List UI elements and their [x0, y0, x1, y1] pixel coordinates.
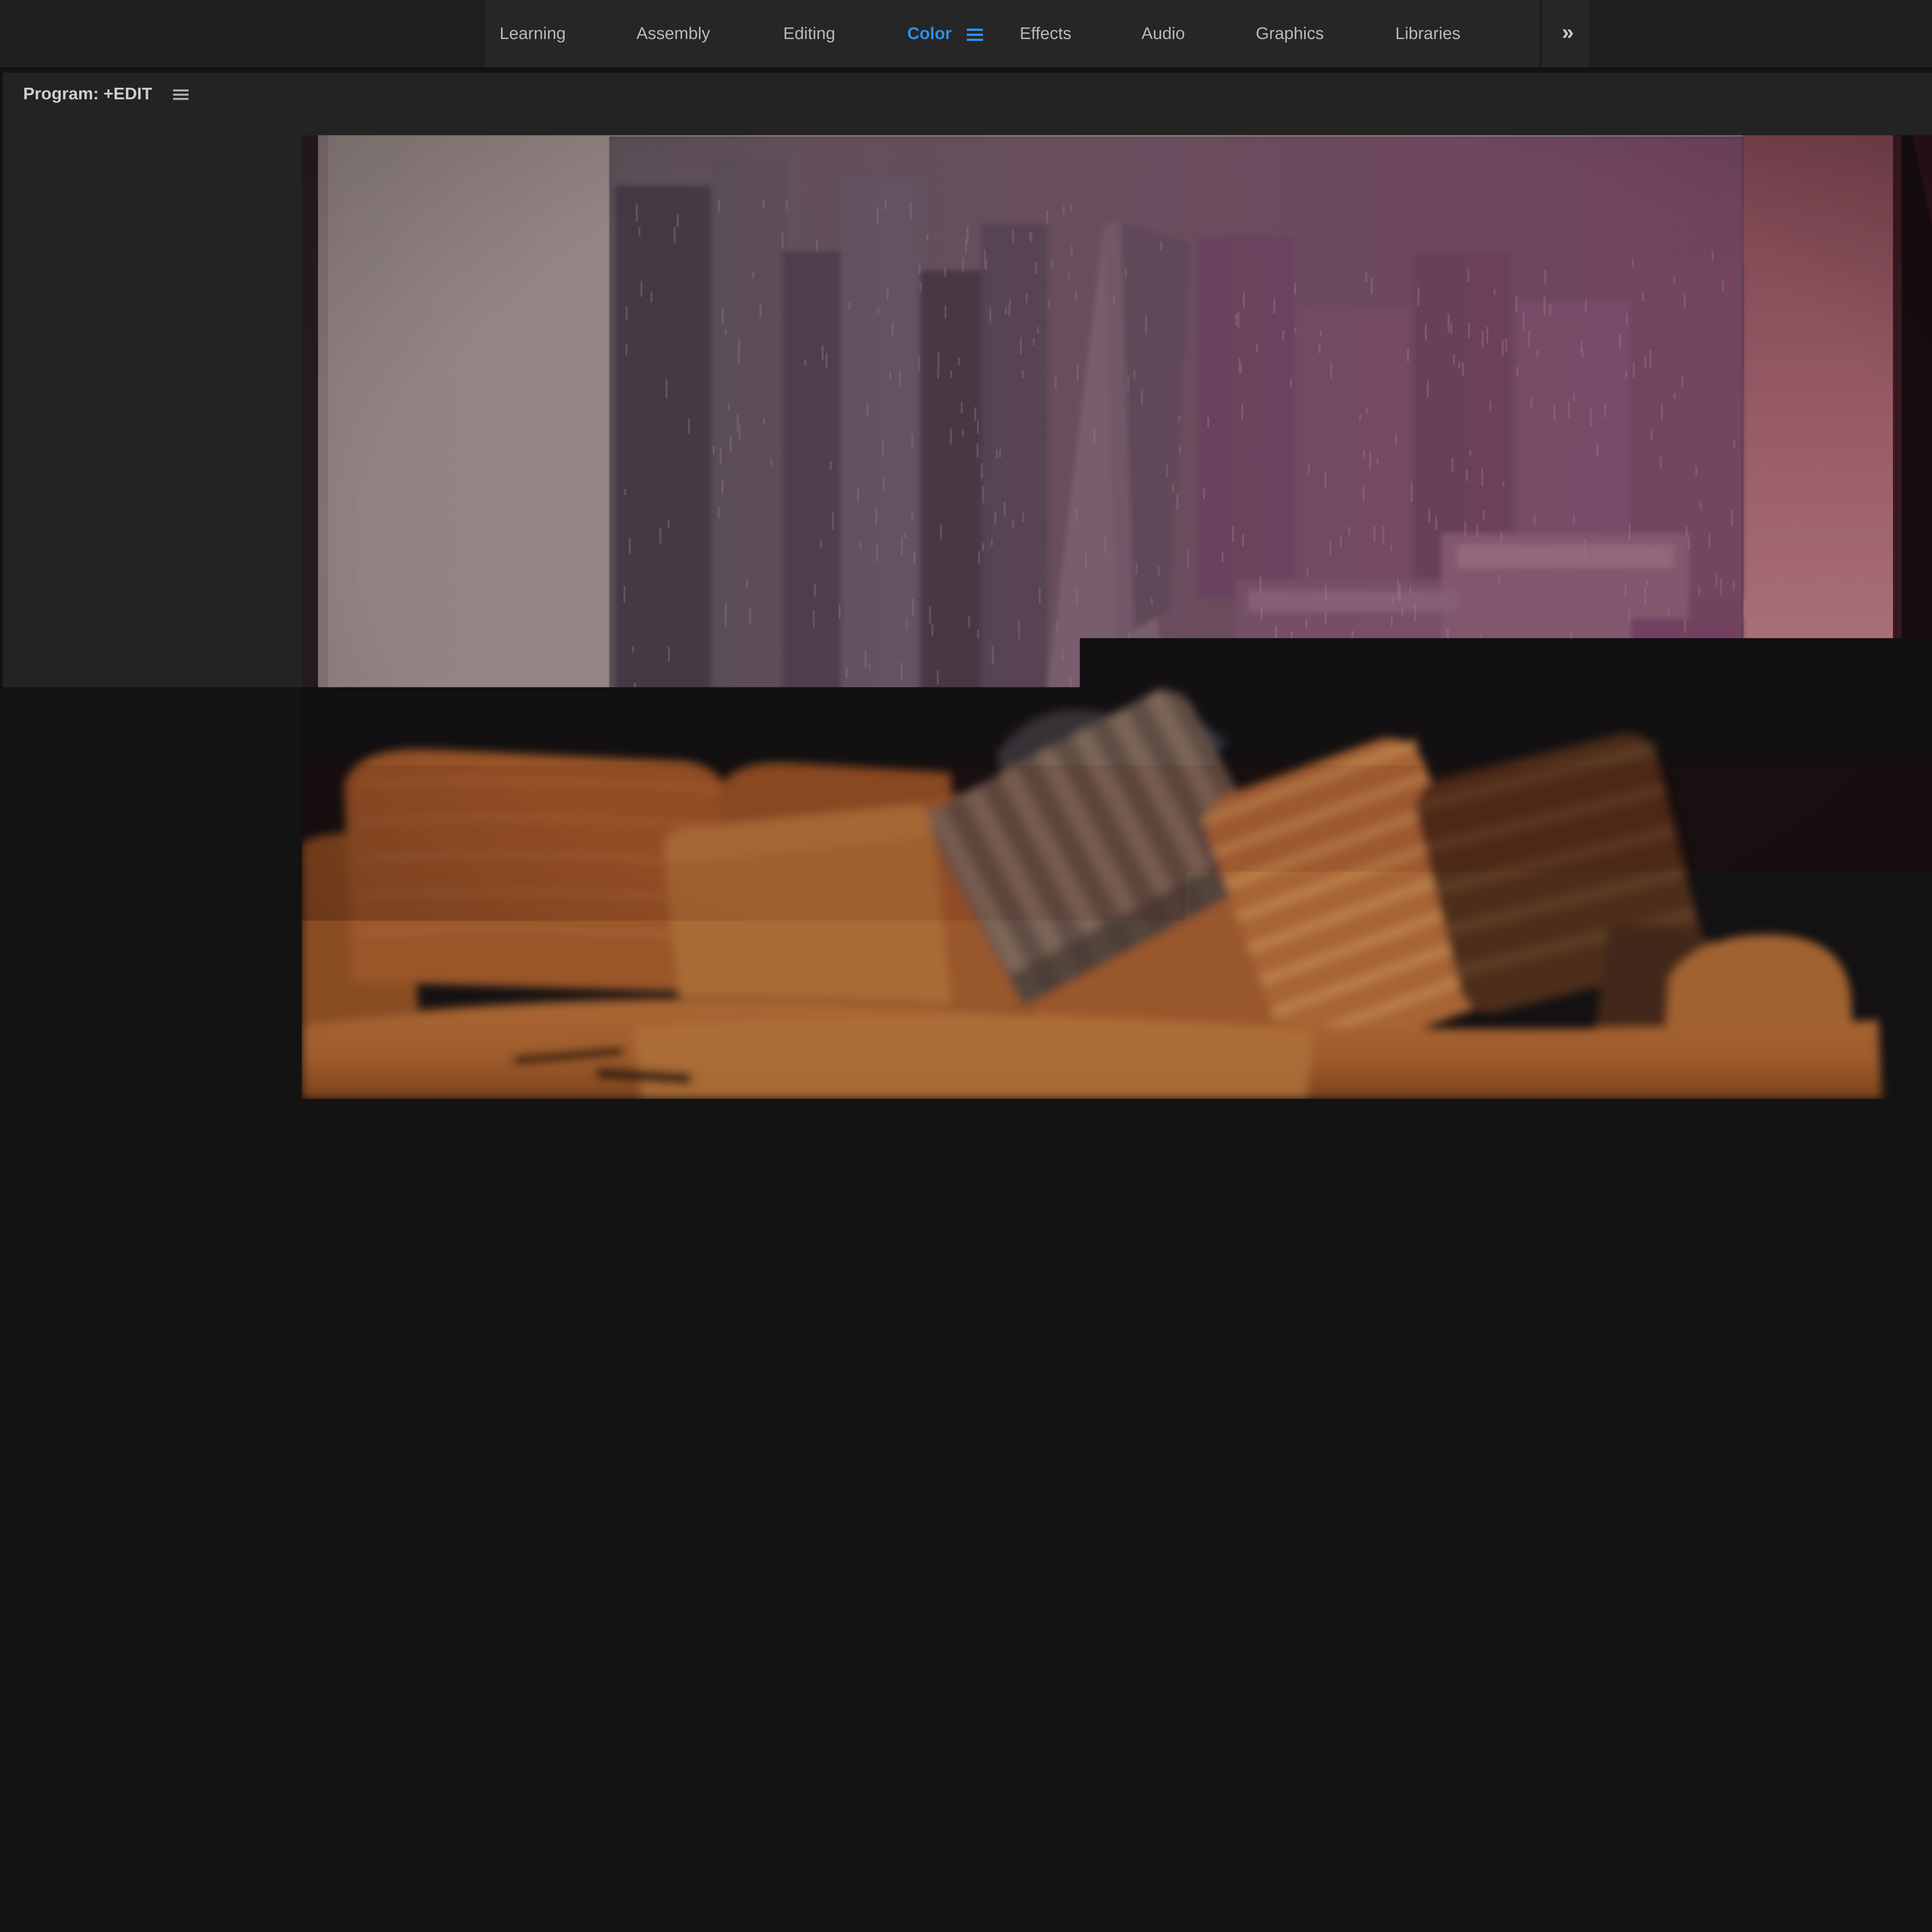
- svg-text:L: L: [497, 1857, 505, 1873]
- svg-text:AC160010: AC160010: [527, 1678, 594, 1694]
- svg-text:L: L: [613, 1857, 621, 1873]
- svg-text:R: R: [612, 1912, 622, 1928]
- svg-text:fx: fx: [617, 1677, 630, 1693]
- svg-text:00:00:30:00: 00:00:30:00: [1309, 1405, 1386, 1421]
- svg-text::00:00: :00:00: [384, 1405, 425, 1421]
- svg-text:R: R: [496, 1912, 507, 1928]
- svg-text:fx: fx: [502, 1677, 514, 1693]
- svg-text:R: R: [389, 1912, 399, 1928]
- svg-text:fx: fx: [1443, 1677, 1455, 1693]
- svg-text:R: R: [961, 1912, 971, 1928]
- svg-text:00:00:40:00: 00:00:40:00: [1629, 1405, 1707, 1421]
- svg-text:fx: fx: [394, 1677, 406, 1693]
- svg-text:00:00:45:00: 00:00:45:00: [1789, 1405, 1867, 1421]
- svg-text:fx: fx: [617, 1816, 630, 1832]
- svg-text:L: L: [1438, 1857, 1446, 1873]
- svg-text:fx: fx: [966, 1816, 978, 1832]
- svg-text:}: }: [972, 1240, 980, 1265]
- svg-text:R: R: [1437, 1912, 1448, 1928]
- svg-text:00:00:20:00: 00:00:20:00: [988, 1405, 1066, 1421]
- svg-text:Video 3: Video 3: [162, 1452, 214, 1469]
- svg-text:AC160035.MOV [V]: AC160035.MOV [V]: [643, 1678, 767, 1694]
- svg-text:{: {: [1030, 1240, 1037, 1265]
- svg-text:00:00:05:00: 00:00:05:00: [508, 1405, 585, 1421]
- svg-text:Video 2: Video 2: [162, 1588, 214, 1605]
- svg-text:AC160001.MOV [V]: AC160001.MOV [V]: [1468, 1678, 1593, 1694]
- svg-text:fx: fx: [394, 1816, 406, 1832]
- svg-text:L: L: [389, 1857, 398, 1873]
- svg-text:V3: V3: [126, 1451, 142, 1466]
- svg-text:V2: V2: [123, 1580, 139, 1594]
- svg-text:fx: fx: [502, 1816, 514, 1832]
- svg-text:00:00:25:00: 00:00:25:00: [1148, 1405, 1226, 1421]
- svg-text:00:00:10:00: 00:00:10:00: [668, 1405, 745, 1421]
- svg-text:00:00:15:00: 00:00:15:00: [828, 1405, 906, 1421]
- svg-text:00:00:35:00: 00:00:35:00: [1469, 1405, 1547, 1421]
- svg-text:{: {: [919, 1240, 927, 1265]
- svg-text:}: }: [1277, 1240, 1285, 1265]
- svg-text:AC160040.MOV [V]: AC160040.MOV [V]: [992, 1678, 1116, 1694]
- svg-text:L: L: [961, 1857, 969, 1873]
- svg-text:fx: fx: [966, 1677, 978, 1693]
- svg-text:fx: fx: [1443, 1816, 1455, 1832]
